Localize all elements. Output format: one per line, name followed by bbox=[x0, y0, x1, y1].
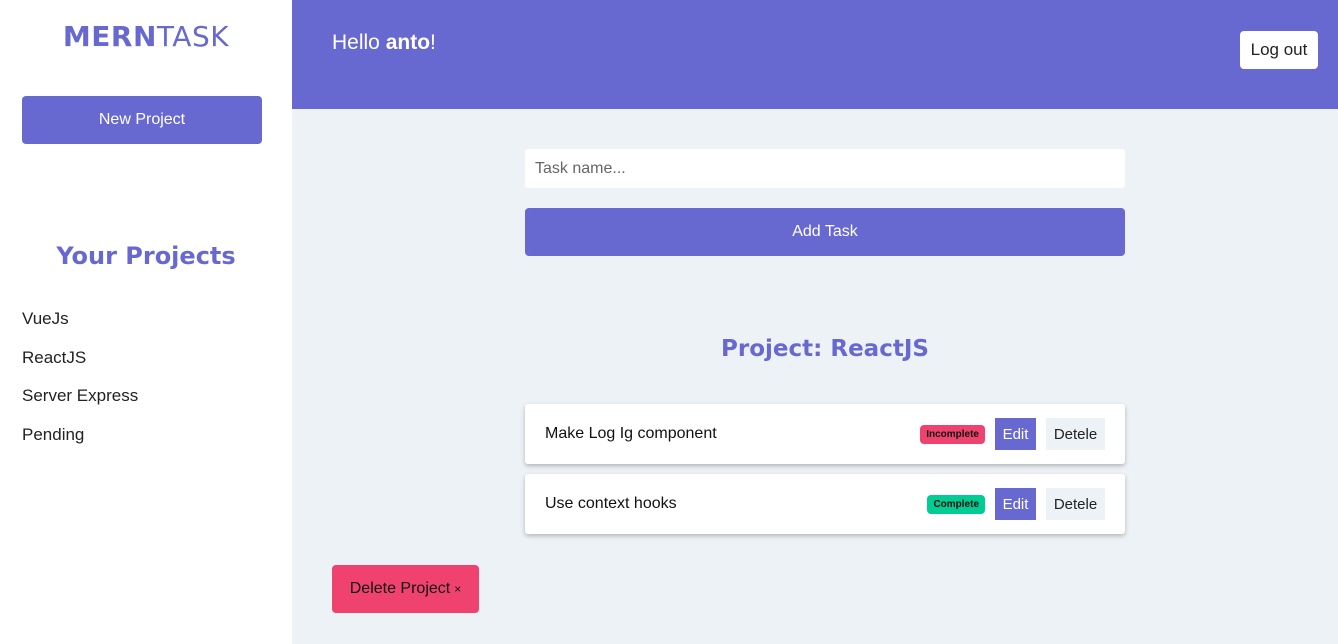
greeting-prefix: Hello bbox=[332, 31, 386, 54]
delete-task-button[interactable]: Detele bbox=[1046, 488, 1105, 520]
task-name-input[interactable] bbox=[525, 149, 1125, 188]
logo-bold: MERN bbox=[62, 20, 157, 53]
project-item-vuejs[interactable]: VueJs bbox=[22, 308, 138, 347]
task-actions: Complete Edit Detele bbox=[927, 488, 1105, 520]
top-bar: Hello anto! Log out bbox=[292, 0, 1338, 109]
edit-task-button[interactable]: Edit bbox=[995, 418, 1036, 450]
delete-project-button[interactable]: Delete Project × bbox=[332, 565, 479, 613]
project-list: VueJs ReactJS Server Express Pending bbox=[22, 308, 138, 463]
sidebar: MERNTASK New Project Your Projects VueJs… bbox=[0, 0, 292, 644]
projects-heading: Your Projects bbox=[56, 242, 236, 270]
task-item: Use context hooks Complete Edit Detele bbox=[525, 474, 1125, 534]
edit-task-button[interactable]: Edit bbox=[995, 488, 1036, 520]
task-name: Use context hooks bbox=[545, 495, 677, 512]
project-item-pending[interactable]: Pending bbox=[22, 424, 138, 463]
delete-project-label: Delete Project bbox=[349, 580, 451, 597]
task-list: Make Log Ig component Incomplete Edit De… bbox=[525, 404, 1125, 544]
project-title: Project: ReactJS bbox=[721, 336, 929, 362]
close-icon: × bbox=[454, 582, 462, 596]
greeting-suffix: ! bbox=[430, 31, 436, 54]
new-project-button[interactable]: New Project bbox=[22, 96, 262, 144]
logo-light: TASK bbox=[156, 20, 230, 53]
add-task-button[interactable]: Add Task bbox=[525, 208, 1125, 256]
main-content: Hello anto! Log out Add Task Project: Re… bbox=[292, 0, 1338, 644]
task-actions: Incomplete Edit Detele bbox=[920, 418, 1105, 450]
task-item: Make Log Ig component Incomplete Edit De… bbox=[525, 404, 1125, 464]
username: anto bbox=[385, 31, 431, 54]
app-root: MERNTASK New Project Your Projects VueJs… bbox=[0, 0, 1338, 644]
delete-task-button[interactable]: Detele bbox=[1046, 418, 1105, 450]
project-item-reactjs[interactable]: ReactJS bbox=[22, 347, 138, 386]
greeting: Hello anto! bbox=[332, 31, 436, 55]
task-state-badge[interactable]: Complete bbox=[927, 494, 985, 514]
app-logo: MERNTASK bbox=[0, 20, 292, 53]
task-name: Make Log Ig component bbox=[545, 425, 717, 442]
task-state-badge[interactable]: Incomplete bbox=[920, 424, 985, 444]
project-item-server-express[interactable]: Server Express bbox=[22, 385, 138, 424]
logout-button[interactable]: Log out bbox=[1240, 31, 1318, 69]
